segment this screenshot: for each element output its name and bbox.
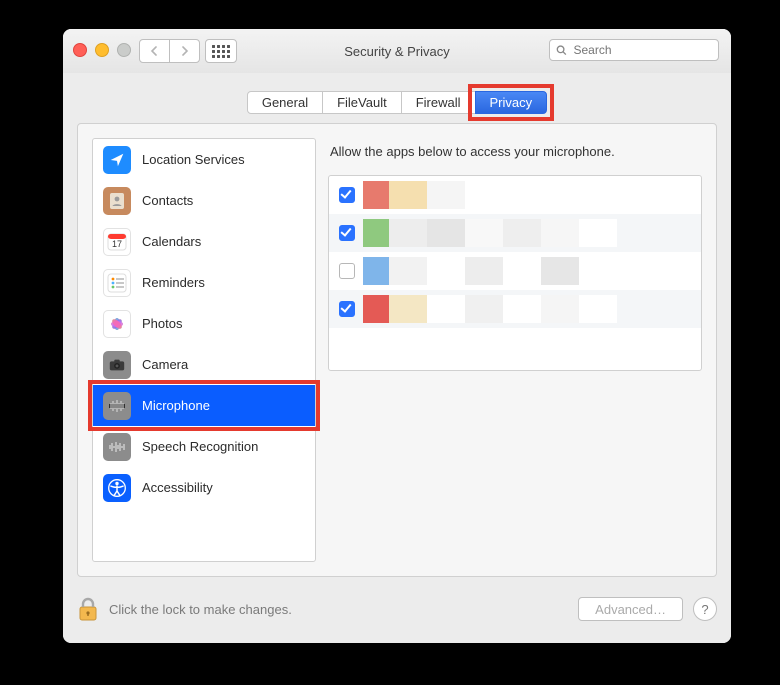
help-button[interactable]: ? [693, 597, 717, 621]
lock-hint-text: Click the lock to make changes. [109, 602, 292, 617]
sidebar-item-label: Photos [142, 316, 182, 331]
app-row[interactable] [329, 214, 701, 252]
tab-filevault[interactable]: FileVault [322, 91, 402, 114]
app-name-redacted [363, 219, 691, 247]
preferences-window: Security & Privacy GeneralFileVaultFirew… [63, 29, 731, 643]
show-all-button[interactable] [205, 39, 237, 63]
lock-icon[interactable] [77, 596, 99, 622]
app-permission-checkbox[interactable] [339, 263, 355, 279]
sidebar-item-label: Location Services [142, 152, 245, 167]
app-row[interactable] [329, 176, 701, 214]
sidebar-item-label: Accessibility [142, 480, 213, 495]
sidebar-item-label: Contacts [142, 193, 193, 208]
sidebar-item-calendars[interactable]: 17 Calendars [93, 221, 315, 262]
privacy-pane: Location Services Contacts 17 Calendars Remi… [77, 123, 717, 577]
calendar-icon: 17 [103, 228, 131, 256]
forward-button[interactable] [169, 39, 200, 63]
sidebar-item-label: Calendars [142, 234, 201, 249]
sidebar-item-reminders[interactable]: Reminders [93, 262, 315, 303]
back-button[interactable] [139, 39, 170, 63]
sidebar-item-accessibility[interactable]: Accessibility [93, 467, 315, 508]
svg-text:17: 17 [112, 239, 122, 249]
sidebar-item-camera[interactable]: Camera [93, 344, 315, 385]
app-row[interactable] [329, 290, 701, 328]
sidebar-item-label: Speech Recognition [142, 439, 258, 454]
sidebar-item-microphone[interactable]: Microphone [93, 385, 315, 426]
app-list[interactable] [328, 175, 702, 371]
chevron-left-icon [150, 46, 159, 56]
sidebar-item-location[interactable]: Location Services [93, 139, 315, 180]
permissions-description: Allow the apps below to access your micr… [330, 144, 700, 159]
zoom-window-button[interactable] [117, 43, 131, 57]
sidebar-item-label: Microphone [142, 398, 210, 413]
tab-privacy[interactable]: Privacy [475, 91, 548, 114]
app-permission-checkbox[interactable] [339, 225, 355, 241]
footer: Click the lock to make changes. Advanced… [77, 585, 717, 633]
app-row[interactable] [329, 252, 701, 290]
app-name-redacted [363, 181, 691, 209]
contacts-icon [103, 187, 131, 215]
privacy-category-list[interactable]: Location Services Contacts 17 Calendars Remi… [92, 138, 316, 562]
sidebar-item-speech[interactable]: Speech Recognition [93, 426, 315, 467]
sidebar-item-photos[interactable]: Photos [93, 303, 315, 344]
search-icon [556, 44, 567, 56]
app-name-redacted [363, 257, 691, 285]
titlebar: Security & Privacy [63, 29, 731, 74]
search-field[interactable] [549, 39, 719, 61]
sidebar-item-contacts[interactable]: Contacts [93, 180, 315, 221]
tab-bar: GeneralFileVaultFirewallPrivacy [63, 91, 731, 114]
close-window-button[interactable] [73, 43, 87, 57]
advanced-button[interactable]: Advanced… [578, 597, 683, 621]
search-input[interactable] [572, 42, 713, 58]
tab-general[interactable]: General [247, 91, 323, 114]
content-area: GeneralFileVaultFirewallPrivacy Location… [63, 73, 731, 643]
sidebar-item-label: Camera [142, 357, 188, 372]
waveform-icon [103, 433, 131, 461]
grid-icon [212, 45, 230, 58]
nav-back-forward [139, 39, 200, 63]
sidebar-item-label: Reminders [142, 275, 205, 290]
app-name-redacted [363, 295, 691, 323]
accessibility-icon [103, 474, 131, 502]
camera-icon [103, 351, 131, 379]
app-permission-checkbox[interactable] [339, 187, 355, 203]
reminders-icon [103, 269, 131, 297]
location-arrow-icon [103, 146, 131, 174]
window-controls [73, 43, 131, 57]
tab-firewall[interactable]: Firewall [401, 91, 476, 114]
app-permission-checkbox[interactable] [339, 301, 355, 317]
app-permissions-area: Allow the apps below to access your micr… [328, 138, 702, 562]
chevron-right-icon [180, 46, 189, 56]
microphone-icon [103, 392, 131, 420]
photos-icon [103, 310, 131, 338]
minimize-window-button[interactable] [95, 43, 109, 57]
